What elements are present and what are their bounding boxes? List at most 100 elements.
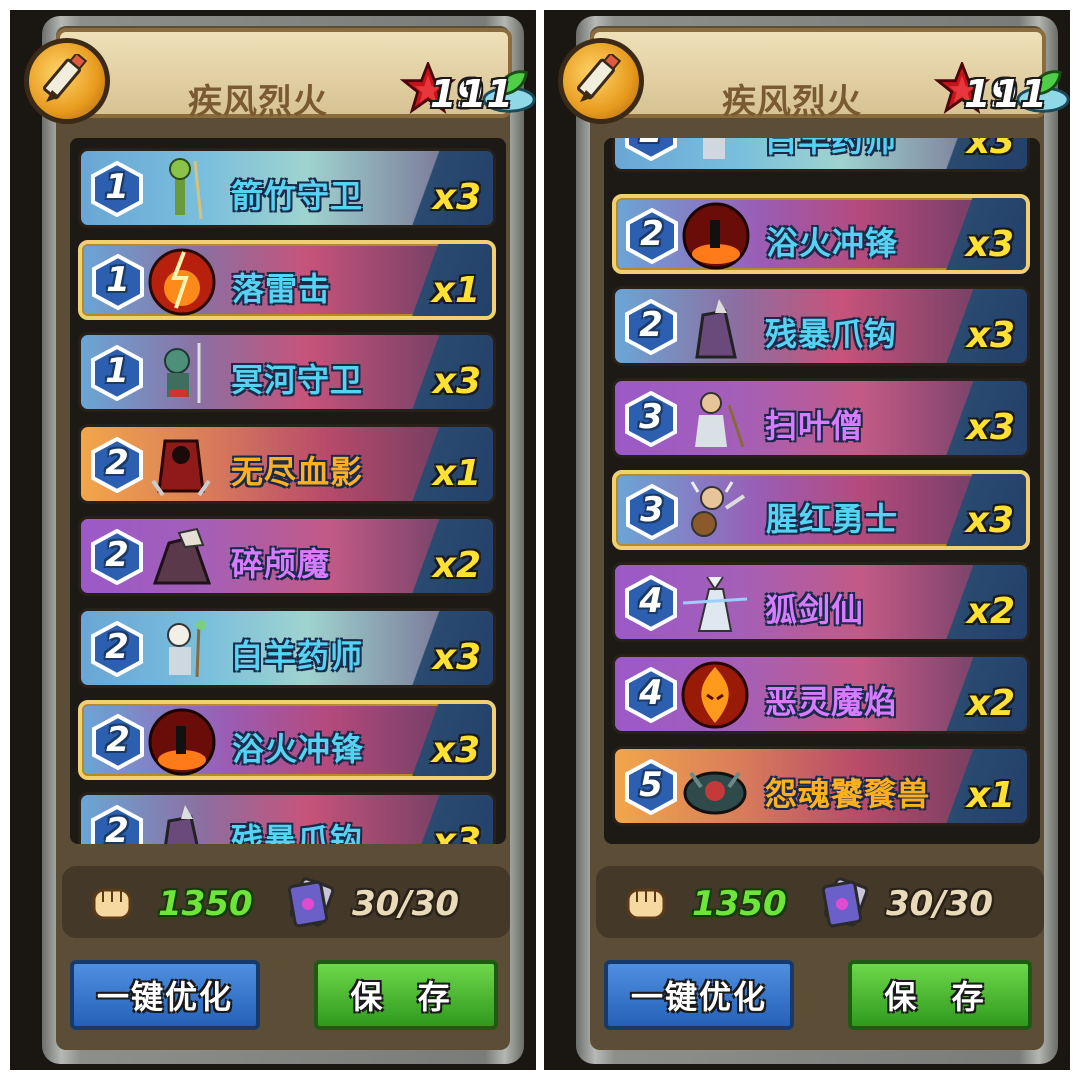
- card-cost: 4: [639, 673, 663, 713]
- card-cost: 2: [105, 443, 129, 483]
- card-name: 残暴爪钩: [765, 315, 898, 353]
- card-cost: 1: [105, 167, 129, 207]
- card-cost: 2: [639, 305, 663, 345]
- card-count: x3: [966, 138, 1015, 162]
- card-count: x2: [432, 545, 481, 586]
- card-count: x3: [432, 637, 481, 678]
- fox-sword-immortal-portrait-icon: [682, 576, 748, 632]
- card-name: 落雷击: [232, 270, 332, 308]
- card-name: 浴火冲锋: [766, 224, 899, 262]
- card-deck-icon: [287, 877, 335, 928]
- fist-icon: [92, 888, 132, 920]
- deck-panel-left: 疾风烈火 19 11 1 箭竹守卫 x3 1 落雷击 x1 1 冥河守卫 x3 …: [10, 10, 536, 1070]
- card-cost: 5: [639, 765, 663, 805]
- blood-shadow-portrait-icon: [151, 439, 211, 497]
- brutal-claw-portrait-icon: [164, 805, 199, 844]
- card-row[interactable]: 1 落雷击 x1: [78, 240, 496, 320]
- card-count: x3: [432, 361, 481, 402]
- optimize-button[interactable]: 一键优化: [70, 960, 260, 1030]
- card-name: 狐剑仙: [765, 591, 865, 629]
- card-count: x3: [966, 407, 1015, 448]
- bamboo-guard-portrait-icon: [169, 158, 203, 220]
- card-count: x3: [966, 315, 1015, 356]
- card-row[interactable]: 2 残暴爪钩 x3: [612, 286, 1030, 366]
- rename-button[interactable]: [24, 38, 110, 124]
- card-count: x3: [965, 500, 1014, 541]
- count-badge: x2: [945, 565, 1027, 639]
- card-count: x3: [432, 177, 481, 218]
- optimize-button[interactable]: 一键优化: [604, 960, 794, 1030]
- card-name: 白羊药师: [765, 138, 898, 159]
- count-badge: x3: [944, 198, 1026, 270]
- count-badge: x3: [411, 151, 493, 225]
- card-name: 残暴爪钩: [231, 821, 364, 844]
- skull-crusher-portrait-icon: [152, 527, 212, 585]
- card-total: 30/30: [886, 884, 994, 924]
- count-badge: x1: [411, 427, 493, 501]
- card-name: 腥红勇士: [766, 500, 899, 538]
- rename-button[interactable]: [558, 38, 644, 124]
- card-count: x2: [966, 591, 1015, 632]
- leaf-sweeper-monk-portrait-icon: [695, 392, 745, 448]
- card-row[interactable]: 2 无尽血影 x1: [78, 424, 496, 504]
- card-row[interactable]: 3 腥红勇士 x3: [612, 470, 1030, 550]
- card-row[interactable]: 2 白羊药师 x3: [612, 138, 1030, 172]
- card-cost: 4: [639, 581, 663, 621]
- card-name: 扫叶僧: [765, 407, 865, 445]
- card-count: x3: [965, 224, 1014, 265]
- card-cost: 2: [105, 535, 129, 575]
- card-row[interactable]: 2 浴火冲锋 x3: [612, 194, 1030, 274]
- card-row[interactable]: 4 恶灵魔焰 x2: [612, 654, 1030, 734]
- card-deck-icon: [821, 877, 869, 928]
- deck-power: 1350: [692, 884, 787, 924]
- styx-guard-portrait-icon: [164, 343, 201, 403]
- card-row[interactable]: 1 冥河守卫 x3: [78, 332, 496, 412]
- leaf-count: 11: [994, 72, 1047, 116]
- brutal-claw-portrait-icon: [695, 299, 737, 359]
- deck-power: 1350: [158, 884, 253, 924]
- card-name: 恶灵魔焰: [765, 683, 898, 721]
- card-cost: 3: [639, 397, 663, 437]
- card-count: x1: [966, 775, 1015, 816]
- card-name: 冥河守卫: [231, 361, 364, 399]
- card-cost: 3: [640, 490, 664, 530]
- count-badge: x3: [944, 474, 1026, 546]
- fire-charge-portrait-icon: [682, 202, 750, 270]
- count-badge: x3: [411, 611, 493, 685]
- card-count: x2: [966, 683, 1015, 724]
- card-cost: 2: [105, 627, 129, 667]
- deck-stats-bar: 1350 30/30: [596, 866, 1044, 938]
- count-badge: x2: [945, 657, 1027, 731]
- fist-icon: [626, 888, 666, 920]
- taotie-beast-portrait-icon: [683, 771, 747, 815]
- card-count: x3: [432, 821, 481, 844]
- card-row[interactable]: 3 扫叶僧 x3: [612, 378, 1030, 458]
- save-button[interactable]: 保 存: [314, 960, 498, 1030]
- pencil-icon: [576, 54, 622, 102]
- card-row[interactable]: 5 怨魂饕餮兽 x1: [612, 746, 1030, 826]
- card-row[interactable]: 2 浴火冲锋 x3: [78, 700, 496, 780]
- count-badge: x3: [945, 138, 1027, 169]
- save-button[interactable]: 保 存: [848, 960, 1032, 1030]
- deck-header: 疾风烈火 19 11: [590, 28, 1070, 122]
- deck-title[interactable]: 疾风烈火: [188, 74, 328, 123]
- card-list[interactable]: 2 白羊药师 x3 2 浴火冲锋 x3 2 残暴爪钩 x3 3 扫叶僧 x3: [604, 138, 1040, 844]
- card-list[interactable]: 1 箭竹守卫 x3 1 落雷击 x1 1 冥河守卫 x3 2 无尽血影 x1 2…: [70, 138, 506, 844]
- card-row[interactable]: 2 残暴爪钩 x3: [78, 792, 496, 844]
- card-name: 碎颅魔: [231, 545, 331, 583]
- deck-title[interactable]: 疾风烈火: [722, 74, 862, 123]
- card-row[interactable]: 2 碎颅魔 x2: [78, 516, 496, 596]
- ram-healer-portrait-icon: [703, 138, 725, 159]
- card-row[interactable]: 4 狐剑仙 x2: [612, 562, 1030, 642]
- count-badge: x2: [411, 519, 493, 593]
- card-count: x3: [431, 730, 480, 771]
- card-cost: 2: [640, 214, 664, 254]
- card-cost: 2: [105, 811, 129, 844]
- card-row[interactable]: 1 箭竹守卫 x3: [78, 148, 496, 228]
- card-name: 怨魂饕餮兽: [765, 775, 931, 813]
- card-name: 浴火冲锋: [232, 730, 365, 768]
- lightning-strike-portrait-icon: [148, 248, 216, 316]
- count-badge: x1: [945, 749, 1027, 823]
- evil-flame-portrait-icon: [681, 661, 749, 729]
- card-row[interactable]: 2 白羊药师 x3: [78, 608, 496, 688]
